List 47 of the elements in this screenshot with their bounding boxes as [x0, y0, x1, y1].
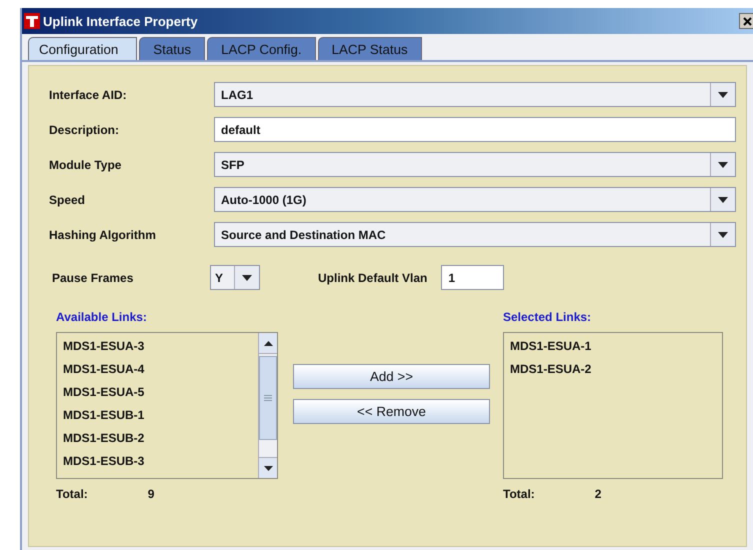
field-label: Uplink Default Vlan	[318, 270, 428, 284]
remove-button[interactable]: << Remove	[293, 399, 490, 424]
total-label: Total:	[56, 487, 88, 503]
tab[interactable]: LACP Status	[318, 37, 422, 60]
window-title: Uplink Interface Property	[43, 14, 199, 28]
dropdown[interactable]: SFP	[214, 152, 736, 177]
dropdown[interactable]: Auto-1000 (1G)	[214, 187, 736, 212]
list-title: Available Links:	[56, 310, 148, 326]
field-label: Speed	[49, 192, 86, 206]
tab[interactable]: LACP Config.	[207, 37, 316, 60]
list-item[interactable]: MDS1-ESUB-3	[63, 452, 252, 471]
field-label: Interface AID:	[49, 88, 128, 102]
list-item[interactable]: MDS1-ESUA-2	[510, 360, 716, 379]
field-label: Pause Frames	[52, 270, 134, 284]
total-label: Total:	[503, 487, 535, 503]
field-label: Module Type	[49, 158, 122, 172]
dropdown-arrow-icon	[242, 274, 252, 280]
tab[interactable]: Configuration	[28, 37, 138, 60]
dropdown-arrow-icon	[718, 232, 728, 238]
list-item[interactable]: MDS1-ESUB-1	[63, 406, 252, 425]
scroll-down-icon	[264, 466, 272, 470]
list-item[interactable]: MDS1-ESUA-1	[510, 337, 716, 356]
list-item[interactable]: MDS1-ESUA-3	[63, 337, 252, 356]
close-icon	[742, 16, 752, 26]
list-item[interactable]: MDS1-ESUB-2	[63, 429, 252, 448]
dropdown-arrow-icon	[718, 196, 728, 202]
vlan-input-field[interactable]: 1	[441, 265, 504, 290]
dropdown-arrow-icon	[718, 162, 728, 168]
dropdown-arrow-icon	[718, 92, 728, 98]
total-count: 9	[148, 487, 154, 503]
input-field[interactable]: default	[214, 117, 736, 142]
scrollbar[interactable]	[258, 333, 277, 478]
tab[interactable]: Status	[139, 37, 206, 60]
list-item[interactable]: MDS1-ESUA-5	[63, 383, 252, 402]
dropdown[interactable]: LAG1	[214, 82, 736, 107]
field-label: Description:	[49, 122, 120, 136]
list-title: Selected Links:	[503, 310, 592, 326]
field-label: Hashing Algorithm	[49, 228, 157, 242]
pause-frames-dropdown[interactable]: Y	[210, 265, 260, 290]
dropdown[interactable]: Source and Destination MAC	[214, 222, 736, 247]
grip-icon	[264, 395, 272, 401]
app-logo-icon	[24, 13, 40, 29]
total-count: 2	[594, 487, 602, 503]
close-button[interactable]	[739, 13, 753, 29]
scroll-up-icon	[264, 340, 272, 346]
list-item[interactable]: MDS1-ESUA-4	[63, 360, 252, 379]
add-button[interactable]: Add >>	[293, 364, 490, 389]
